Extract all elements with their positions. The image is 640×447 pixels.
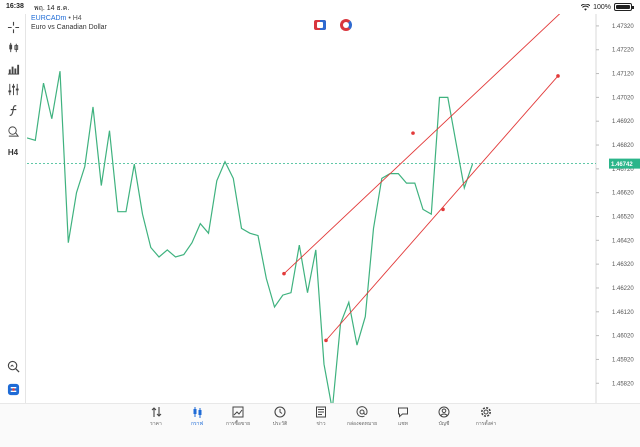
price-tick-label: 1.46020 xyxy=(612,334,634,340)
price-tick-label: 1.45920 xyxy=(612,357,634,363)
price-tick-label: 1.47220 xyxy=(612,48,634,54)
nav-item-label: ข่าว xyxy=(316,421,326,427)
timeframe-button[interactable]: H4 xyxy=(4,143,22,161)
news-icon xyxy=(316,406,326,418)
price-tick-label: 1.46320 xyxy=(612,262,634,268)
bottom-nav: ราคา กราฟ การซื้อขาย ประวัติ ข่าว กล่องจดหมาย… xyxy=(0,406,640,447)
gear-icon xyxy=(481,407,491,417)
price-chart[interactable]: 1.47320 1.47220 1.47120 1.47020 1.46920 1.468… xyxy=(27,14,640,434)
price-tick-label: 1.45820 xyxy=(612,381,634,387)
channel-anchor-point xyxy=(282,271,286,276)
nav-item-quotes[interactable]: ราคา xyxy=(135,403,177,445)
nav-item-trade[interactable]: การซื้อขาย xyxy=(217,403,259,445)
indicators-icon[interactable] xyxy=(4,59,22,77)
trade-chart-icon xyxy=(232,406,244,418)
channel-anchor-point xyxy=(556,74,560,78)
symbol-timeframe: H4 xyxy=(72,15,82,22)
current-price-label: 1.46742 xyxy=(611,162,633,168)
settings-sliders-icon[interactable] xyxy=(4,80,22,98)
nav-item-label: บัญชี xyxy=(438,421,450,427)
status-right: 100% xyxy=(581,3,634,11)
price-tick-label: 1.46120 xyxy=(612,310,634,316)
symbol-name: EURCADm xyxy=(31,15,67,22)
status-time: 16:38 xyxy=(6,3,24,10)
battery-icon xyxy=(614,3,634,11)
price-tick-label: 1.47020 xyxy=(612,95,634,101)
price-tick-label: 1.46620 xyxy=(612,191,634,197)
left-toolbar: H4 xyxy=(0,14,26,434)
price-tick-label: 1.46420 xyxy=(612,238,634,244)
nav-item-news[interactable]: ข่าว xyxy=(300,403,342,445)
price-tick-label: 1.46920 xyxy=(612,119,634,125)
nav-item-chat[interactable]: แชท xyxy=(382,403,424,445)
battery-percent: 100% xyxy=(593,3,611,11)
trend-channel[interactable] xyxy=(282,14,562,343)
price-tick-label: 1.46520 xyxy=(612,215,634,221)
channel-upper-line xyxy=(283,14,561,275)
current-price-line: 1.46742 xyxy=(27,158,640,169)
price-tick-label: 1.47320 xyxy=(612,24,634,30)
nav-item-label: ประวัติ xyxy=(272,421,288,427)
nav-item-settings[interactable]: การตั้งค่า xyxy=(465,403,507,445)
nav-item-label: ราคา xyxy=(150,421,162,427)
channel-anchor-point xyxy=(441,207,445,212)
nav-item-mailbox[interactable]: กล่องจดหมาย xyxy=(341,403,383,445)
price-tick-label: 1.46220 xyxy=(612,286,634,292)
function-icon[interactable] xyxy=(4,101,22,119)
at-icon xyxy=(356,406,368,418)
channel-anchor-point xyxy=(324,338,328,343)
user-icon xyxy=(438,406,450,418)
nav-item-account[interactable]: บัญชี xyxy=(423,403,465,445)
price-series-line xyxy=(27,71,474,410)
timeframe-label: H4 xyxy=(7,147,19,157)
symbol-description: Euro vs Canadian Dollar xyxy=(31,24,107,31)
price-series xyxy=(27,71,474,410)
trade-signal-icon[interactable] xyxy=(340,19,352,31)
wifi-icon xyxy=(581,3,591,11)
one-click-trade-icon[interactable] xyxy=(314,20,326,30)
nav-item-label: การซื้อขาย xyxy=(225,421,251,427)
crosshair-icon[interactable] xyxy=(4,18,22,36)
nav-item-label: แชท xyxy=(398,421,408,427)
chat-icon xyxy=(398,407,408,418)
zoom-icon[interactable] xyxy=(4,357,22,375)
clock-icon xyxy=(274,406,286,418)
channel-anchor-point xyxy=(411,131,415,135)
status-bar: 16:38 พฤ. 14 ธ.ค. 100% xyxy=(0,0,640,14)
arrows-updown-icon xyxy=(151,407,162,417)
status-date: พฤ. 14 ธ.ค. xyxy=(34,5,70,12)
objects-icon[interactable] xyxy=(4,122,22,140)
price-axis: 1.47320 1.47220 1.47120 1.47020 1.46920 1.468… xyxy=(596,24,634,411)
chart-type-icon[interactable] xyxy=(4,38,22,56)
nav-item-history[interactable]: ประวัติ xyxy=(259,403,301,445)
price-tick-label: 1.47120 xyxy=(612,72,634,78)
nav-item-chart[interactable]: กราฟ xyxy=(176,403,218,445)
app-logo-icon[interactable] xyxy=(4,380,22,398)
nav-item-label: กล่องจดหมาย xyxy=(346,421,378,427)
symbol-title: EURCADm • H4 xyxy=(31,15,82,22)
nav-item-label: การตั้งค่า xyxy=(475,421,497,427)
nav-item-label: กราฟ xyxy=(190,421,204,427)
candles-icon xyxy=(193,407,202,418)
price-tick-label: 1.46820 xyxy=(612,143,634,149)
chart-area[interactable]: 1.47320 1.47220 1.47120 1.47020 1.46920 1.468… xyxy=(27,14,640,434)
